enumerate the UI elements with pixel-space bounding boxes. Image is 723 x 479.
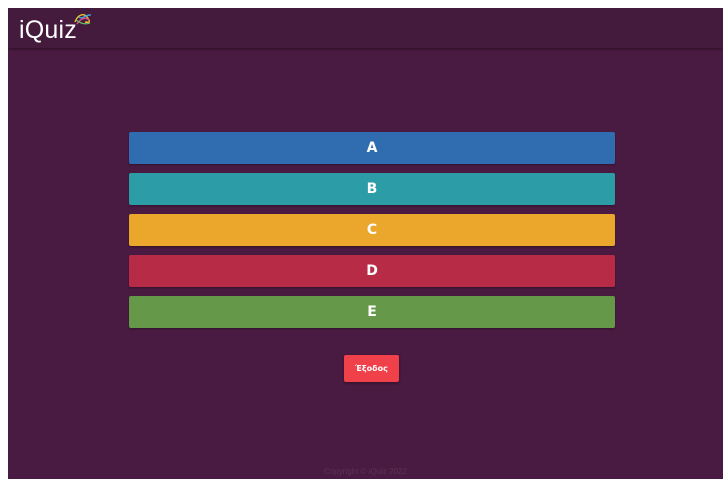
answer-label: E (367, 304, 377, 320)
exit-button[interactable]: Έξοδος (344, 355, 399, 382)
tangled-ribbon-logo-icon (74, 14, 92, 25)
answer-button-b[interactable]: B (129, 173, 615, 205)
answer-button-d[interactable]: D (129, 255, 615, 287)
app-frame: iQuiz A B C D E Έξοδος Copyright © iQuiz… (8, 8, 723, 479)
answer-label: D (366, 263, 378, 279)
footer-copyright: Copyright © iQuiz 2022 (324, 467, 407, 476)
answer-label: B (366, 181, 378, 197)
answer-label: C (366, 222, 378, 238)
answer-label: A (366, 140, 378, 156)
answer-button-e[interactable]: E (129, 296, 615, 328)
answer-button-c[interactable]: C (129, 214, 615, 246)
brand-title[interactable]: iQuiz (19, 16, 77, 45)
exit-button-label: Έξοδος (355, 364, 388, 373)
top-navbar: iQuiz (8, 8, 723, 48)
answer-button-a[interactable]: A (129, 132, 615, 164)
answer-list: A B C D E (129, 132, 615, 337)
